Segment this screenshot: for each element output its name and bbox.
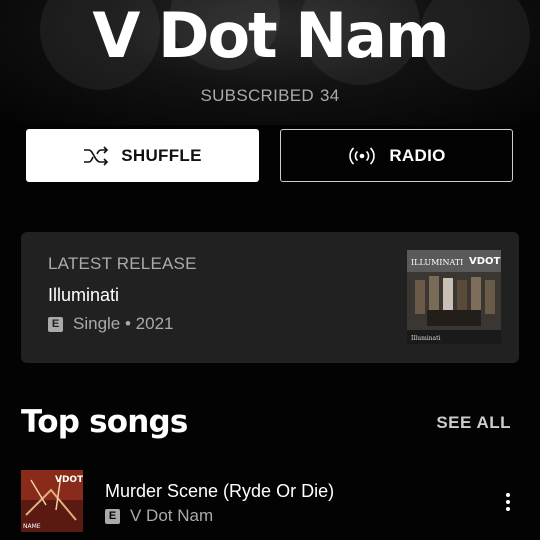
top-songs-heading: Top songs — [21, 404, 188, 440]
artist-name: V Dot Nam — [92, 0, 449, 72]
subscriber-count: 34 — [320, 86, 340, 105]
latest-release-album-art[interactable]: ILLUMINATI VDOT Illuminati — [407, 250, 501, 344]
song-thumbnail: VDOT NAME — [21, 470, 83, 532]
latest-release-type-year: Single • 2021 — [73, 314, 174, 333]
latest-release-card[interactable]: LATEST RELEASE Illuminati E Single • 202… — [21, 232, 519, 363]
radio-icon — [349, 146, 376, 165]
more-dot — [506, 500, 510, 504]
subscribed-label: SUBSCRIBED — [200, 86, 314, 105]
radio-label: RADIO — [389, 145, 446, 165]
latest-release-meta: E Single • 2021 — [48, 314, 173, 334]
more-options-icon[interactable] — [496, 488, 520, 516]
latest-release-kicker: LATEST RELEASE — [48, 254, 197, 273]
song-art-logo-text: VDOT — [55, 475, 83, 485]
album-art-title-text: ILLUMINATI — [411, 258, 463, 267]
song-title: Murder Scene (Ryde Or Die) — [105, 481, 335, 501]
more-dot — [506, 507, 510, 511]
radio-button[interactable]: RADIO — [280, 129, 513, 182]
subscription-status[interactable]: SUBSCRIBED 34 — [0, 86, 540, 106]
song-meta: E V Dot Nam — [105, 506, 213, 526]
shuffle-button[interactable]: SHUFFLE — [26, 129, 259, 182]
shuffle-icon — [84, 145, 109, 166]
song-row[interactable]: VDOT NAME Murder Scene (Ryde Or Die) E V… — [0, 468, 540, 536]
shuffle-label: SHUFFLE — [121, 145, 202, 165]
explicit-badge-icon: E — [105, 508, 120, 524]
song-artist: V Dot Nam — [130, 506, 214, 525]
see-all-button[interactable]: SEE ALL — [436, 413, 511, 433]
latest-release-title: Illuminati — [48, 285, 120, 305]
album-art-logo-text: VDOT — [469, 256, 501, 267]
song-art-bottom-text: NAME — [23, 523, 41, 530]
album-art-bottom-text: Illuminati — [411, 335, 441, 342]
more-dot — [506, 493, 510, 497]
explicit-badge-icon: E — [48, 316, 63, 332]
